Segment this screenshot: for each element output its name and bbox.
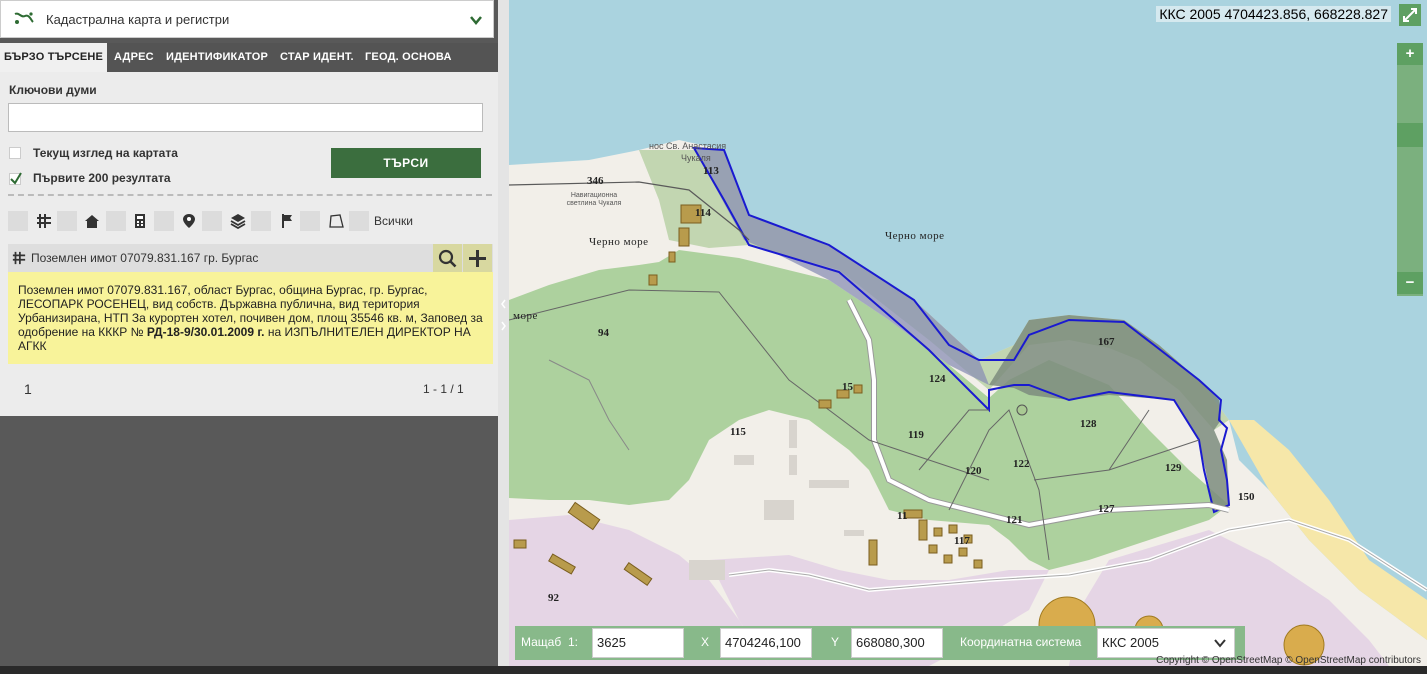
fullscreen-button[interactable] [1399,4,1421,26]
chevron-down-icon[interactable] [468,12,484,28]
filter-checkbox-polygon[interactable] [300,211,320,231]
result-description: Поземлен имот 07079.831.167, област Бург… [8,272,493,364]
parcel-label: 117 [954,535,970,547]
zoom-out-button[interactable]: − [1397,272,1423,294]
pager-page-1[interactable]: 1 [24,381,32,397]
x-label: X [701,635,710,649]
result-order-number: РД-18-9/30.01.2009 г. [146,325,265,339]
parcel-label: 114 [695,207,711,219]
cape-label: нос Св. Анастасия [649,141,727,151]
expand-icon [1403,8,1417,22]
parcel-label: 346 [587,175,604,187]
polygon-icon[interactable] [328,213,344,229]
lighthouse-label: Навигационна светлина Чукаля [566,192,622,207]
plus-icon [469,250,486,267]
result-title: Поземлен имот 07079.831.167 гр. Бургас [31,251,259,265]
y-coordinate-input[interactable]: 668080,300 [851,628,943,658]
parcel-label: 94 [598,327,609,339]
current-view-checkbox[interactable] [9,147,21,159]
parcel-label: 121 [1006,514,1023,526]
parcel-label: 11 [897,510,908,522]
result-header[interactable]: Поземлен имот 07079.831.167 гр. Бургас [8,244,493,272]
chevron-down-icon [1214,639,1226,648]
crs-select[interactable]: ККС 2005 [1097,628,1235,658]
x-coordinate-input[interactable]: 4704246,100 [720,628,812,658]
current-view-label: Текущ изглед на картата [33,146,178,160]
zoom-in-button[interactable]: + [1397,43,1423,65]
panel-splitter[interactable] [498,0,509,666]
scale-input[interactable]: 3625 [592,628,684,658]
map-canvas[interactable] [509,0,1427,666]
sea-label: море [513,310,538,322]
parcel-label: 113 [703,165,719,177]
keywords-input[interactable] [8,103,483,132]
parcel-grid-icon[interactable] [36,213,52,229]
coordinate-bar: Мащаб 1: 3625 X 4704246,100 Y 668080,300… [515,626,1245,660]
building-icon[interactable] [84,213,100,229]
map-view[interactable]: Черно море Черно море море нос Св. Анаст… [509,0,1427,666]
app-header[interactable]: Кадастрална карта и регистри [0,0,494,38]
scale-prefix: 1: [568,635,579,649]
crs-select-value: ККС 2005 [1102,635,1159,650]
parcel-grid-icon [12,251,26,265]
cursor-coordinates: ККС 2005 4704423.856, 668228.827 [1156,6,1391,22]
left-panel: Кадастрална карта и регистри БЪРЗО ТЪРСЕ… [0,0,498,666]
parcel-label: 115 [730,426,746,438]
parcel-label: 129 [1165,462,1182,474]
add-result-button[interactable] [463,244,492,272]
search-icon [438,249,457,268]
crs-label: Координатна система [960,635,1082,649]
layers-icon[interactable] [230,213,246,229]
apartment-icon[interactable] [132,213,148,229]
filter-checkbox-layers[interactable] [202,211,222,231]
parcel-label: 122 [1013,458,1030,470]
sea-label: Черно море [885,230,945,242]
keywords-label: Ключови думи [9,83,97,97]
parcel-label: 15 [842,381,853,393]
parcel-label: 124 [929,373,946,385]
checkmark-icon [10,172,22,185]
pager-range: 1 - 1 / 1 [423,382,464,396]
first-200-checkbox[interactable] [9,172,22,185]
y-label: Y [831,635,840,649]
search-button[interactable]: ТЪРСИ [331,148,481,178]
tab-quick-search[interactable]: БЪРЗО ТЪРСЕНЕ [0,43,107,72]
divider [8,194,492,196]
filter-checkbox-all[interactable] [349,211,369,231]
filter-checkbox-building[interactable] [57,211,77,231]
parcel-label: 150 [1238,491,1255,503]
zoom-to-result-button[interactable] [433,244,462,272]
flag-icon[interactable] [279,213,295,229]
parcel-label: 128 [1080,418,1097,430]
parcel-label: 127 [1098,503,1115,515]
zoom-slider-handle[interactable] [1397,123,1423,147]
scale-label: Мащаб [521,635,562,649]
collapse-handle-icon[interactable] [500,298,507,334]
filter-all-label: Всички [374,214,413,228]
tab-geodetic-base[interactable]: ГЕОД. ОСНОВА [365,43,452,72]
address-pin-icon[interactable] [181,213,197,229]
app-logo-icon [14,12,34,24]
tab-old-identifier[interactable]: СТАР ИДЕНТ. [280,43,354,72]
filter-checkbox-address[interactable] [154,211,174,231]
tab-address[interactable]: АДРЕС [114,43,154,72]
sea-label: Черно море [589,236,649,248]
zoom-slider-track[interactable] [1397,43,1423,296]
first-200-label: Първите 200 резултата [33,171,171,185]
filter-checkbox-parcel[interactable] [8,211,28,231]
search-tabs: БЪРЗО ТЪРСЕНЕ АДРЕС ИДЕНТИФИКАТОР СТАР И… [0,43,498,72]
parcel-label: 167 [1098,336,1115,348]
tab-identifier[interactable]: ИДЕНТИФИКАТОР [166,43,268,72]
cape-label-2: Чукаля [681,153,711,163]
quick-search-form: Ключови думи Текущ изглед на картата Пър… [0,72,498,416]
app-title: Кадастрална карта и регистри [46,12,230,27]
parcel-label: 119 [908,429,924,441]
parcel-label: 92 [548,592,559,604]
map-copyright[interactable]: Copyright © OpenStreetMap © OpenStreetMa… [1156,655,1421,666]
window-bottom-edge [0,666,1427,674]
filter-checkbox-apartment[interactable] [106,211,126,231]
parcel-label: 120 [965,465,982,477]
filter-checkbox-flag[interactable] [251,211,271,231]
